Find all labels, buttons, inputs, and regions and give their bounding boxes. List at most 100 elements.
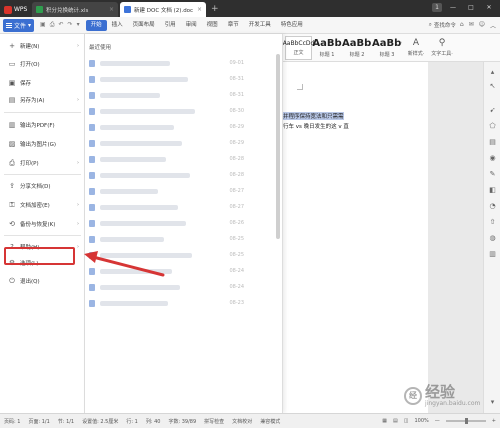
tab-view[interactable]: 视图 [202, 20, 223, 31]
edit-icon[interactable]: ✎ [484, 170, 500, 178]
save-icon[interactable]: ▣ [40, 21, 46, 29]
recent-file-item[interactable]: 08-31 [89, 72, 274, 86]
menu-item-open[interactable]: ▭ 打开(O) [0, 56, 85, 72]
translate-icon[interactable]: ◍ [484, 234, 500, 242]
minimize-button[interactable]: — [446, 4, 460, 11]
customize-icon[interactable]: ▾ [77, 21, 80, 29]
menu-item-export-image[interactable]: ▨ 输出为图片(G) [0, 136, 85, 152]
menu-item-label: 输出为PDF(F) [20, 123, 55, 129]
zoom-slider[interactable] [445, 418, 486, 424]
redo-icon[interactable]: ↷ [68, 21, 73, 29]
print-icon[interactable]: ⎙ [50, 21, 55, 29]
style-label: 标题 1 [319, 51, 335, 58]
wps-home-tab[interactable]: WPS [0, 2, 30, 17]
home-icon[interactable]: ⌂ [460, 21, 464, 30]
document-text-line: 并程序保持宽法和只需需 [283, 112, 344, 120]
user-icon[interactable]: ☺ [479, 21, 485, 30]
menu-item-save[interactable]: ▣ 保存 [0, 75, 85, 91]
read-mode-icon[interactable]: ▤ [393, 418, 398, 424]
recent-file-item[interactable]: 08-31 [89, 88, 274, 102]
style-heading-3[interactable]: AaBbCc 标题 3 [372, 36, 402, 60]
recent-file-item[interactable]: 08-29 [89, 136, 274, 150]
tab-page-layout[interactable]: 页面布局 [128, 20, 160, 31]
menu-item-exit[interactable]: ⏻ 退出(Q) [0, 273, 85, 289]
zoom-slider-knob[interactable] [464, 418, 468, 424]
recent-file-item[interactable]: 08-28 [89, 168, 274, 182]
tab-close-icon[interactable]: × [109, 6, 114, 13]
recent-file-item[interactable]: 08-25 [89, 248, 274, 262]
tab-sections[interactable]: 章节 [223, 20, 244, 31]
style-heading-2[interactable]: AaBb( 标题 2 [342, 36, 372, 60]
style-icon[interactable]: ◉ [484, 154, 500, 162]
recent-file-time: 08-27 [229, 204, 244, 210]
share-icon[interactable]: ⇧ [484, 218, 500, 226]
recent-file-item[interactable]: 08-26 [89, 216, 274, 230]
collapse-ribbon-icon[interactable]: ︿ [490, 21, 496, 30]
layers-icon[interactable]: ◧ [484, 186, 500, 194]
undo-icon[interactable]: ↶ [59, 21, 64, 29]
recent-file-item[interactable]: 08-24 [89, 280, 274, 294]
recent-file-item[interactable]: 08-29 [89, 120, 274, 134]
tab-references[interactable]: 引用 [160, 20, 181, 31]
menu-item-encrypt[interactable]: ⚿ 文档加密(E) › [0, 197, 85, 213]
scroll-up-icon[interactable]: ▴ [484, 68, 500, 76]
menu-item-new[interactable]: + 新建(N) › [0, 38, 85, 54]
view-mode-icon[interactable]: ▦ [382, 418, 387, 424]
tab-xls-document[interactable]: 积分兑换统计.xls × [32, 2, 118, 17]
history-icon[interactable]: ◔ [484, 202, 500, 210]
recent-file-item[interactable]: 08-23 [89, 296, 274, 310]
maximize-button[interactable]: □ [464, 4, 478, 11]
new-style-button[interactable]: A 新样式· [404, 36, 428, 60]
search-label: 查找命令 [433, 23, 456, 29]
recent-file-item[interactable]: 08-28 [89, 152, 274, 166]
book-icon[interactable]: ▤ [484, 138, 500, 146]
document-area: 并程序保持宽法和只需需 行车 vs 晚日发生的这 v 直 [283, 62, 483, 413]
close-button[interactable]: ✕ [482, 4, 496, 11]
tab-special-apps[interactable]: 特色应用 [276, 20, 308, 31]
save-as-icon: ▤ [8, 96, 16, 104]
select-icon[interactable]: ↖ [484, 82, 500, 90]
add-tab-button[interactable]: + [211, 4, 219, 14]
menu-item-share[interactable]: ⇪ 分享文档(D) [0, 178, 85, 194]
menu-item-print[interactable]: ⎙ 打印(P) › [0, 155, 85, 171]
command-search[interactable]: ⌕ 查找命令 [429, 21, 456, 30]
recent-file-item[interactable]: 09-01 [89, 56, 274, 70]
document-page[interactable]: 并程序保持宽法和只需需 行车 vs 晚日发生的这 v 直 [283, 62, 428, 413]
tab-review[interactable]: 审阅 [181, 20, 202, 31]
zoom-out-button[interactable]: — [435, 418, 440, 424]
library-icon[interactable]: ▥ [484, 250, 500, 258]
recent-file-item[interactable]: 08-30 [89, 104, 274, 118]
menu-item-save-as[interactable]: ▤ 另存为(A) › [0, 92, 85, 108]
pointer-icon[interactable]: ➹ [484, 106, 500, 114]
menu-divider [4, 235, 81, 236]
tab-home[interactable]: 开始 [85, 19, 107, 31]
tab-insert[interactable]: 插入 [107, 20, 128, 31]
tab-doc-document[interactable]: 新建 DOC 文档 (2).doc × [120, 2, 206, 17]
tab-close-icon[interactable]: × [197, 6, 202, 13]
window-count-badge[interactable]: 1 [432, 3, 442, 12]
quick-access-toolbar: ▣ ⎙ ↶ ↷ ▾ [40, 21, 80, 29]
zoom-level[interactable]: 100% [415, 418, 429, 424]
spell-check-button[interactable]: 拼写检查 [204, 418, 224, 425]
file-menu-button[interactable]: 文件 ▾ [3, 18, 35, 32]
recent-file-name-blurred [100, 108, 195, 114]
recent-file-item[interactable]: 08-24 [89, 264, 274, 278]
style-heading-1[interactable]: AaBb 标题 1 [312, 36, 342, 60]
recent-file-item[interactable]: 08-25 [89, 232, 274, 246]
shape-icon[interactable]: ⬠ [484, 122, 500, 130]
zoom-in-button[interactable]: + [492, 418, 496, 424]
recent-file-item[interactable]: 08-27 [89, 184, 274, 198]
tab-developer[interactable]: 开发工具 [244, 20, 276, 31]
style-normal[interactable]: AaBbCcDd 正文 [283, 35, 314, 60]
web-mode-icon[interactable]: ◫ [404, 418, 409, 424]
menu-item-backup[interactable]: ⟲ 备份与恢复(K) › [0, 216, 85, 232]
mail-icon[interactable]: ✉ [469, 21, 474, 30]
status-word-count[interactable]: 字数: 39/89 [168, 418, 196, 425]
scroll-down-icon[interactable]: ▾ [484, 398, 500, 406]
proofread-button[interactable]: 文档校对 [232, 418, 252, 425]
recent-scrollbar[interactable] [276, 54, 280, 239]
ribbon-tabs: 开始 插入 页面布局 引用 审阅 视图 章节 开发工具 特色应用 [85, 19, 308, 31]
recent-file-item[interactable]: 08-27 [89, 200, 274, 214]
text-tools-button[interactable]: ⚲ 文字工具· [430, 36, 454, 60]
menu-item-export-pdf[interactable]: ▥ 输出为PDF(F) [0, 117, 85, 133]
